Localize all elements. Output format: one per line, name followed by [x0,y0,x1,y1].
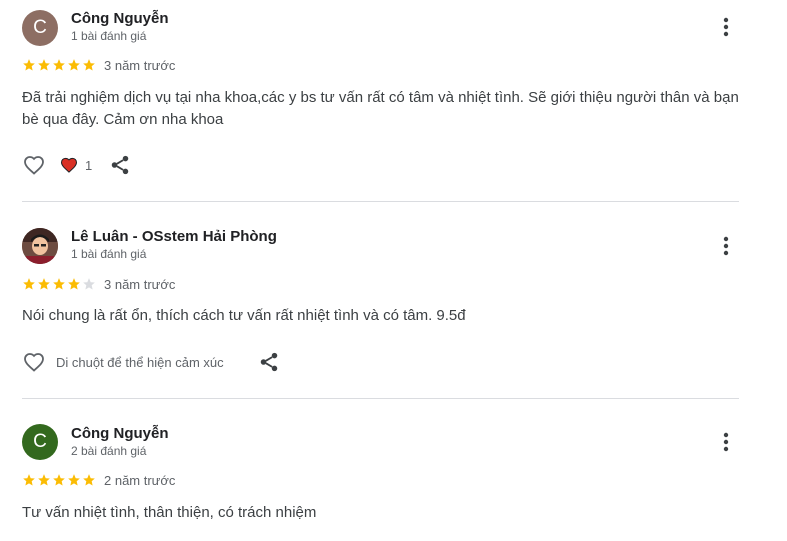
reaction-count: 1 [85,157,93,173]
share-button[interactable] [258,351,280,373]
star-empty-icon [82,277,96,291]
star-filled-icon [82,473,96,487]
like-button[interactable] [22,153,46,177]
reviewer-name[interactable]: Lê Luân - OSstem Hải Phòng [71,228,277,245]
share-button[interactable] [109,154,131,176]
like-button[interactable]: Di chuột để thể hiện cảm xúc [22,350,224,374]
star-filled-icon [52,58,66,72]
star-rating: 3 năm trước [22,57,176,73]
reaction-hint: Di chuột để thể hiện cảm xúc [56,354,224,370]
star-filled-icon [67,58,81,72]
heart-outline-icon[interactable] [22,153,46,177]
share-icon[interactable] [258,351,280,373]
avatar[interactable]: C [22,424,58,460]
star-filled-icon [37,473,51,487]
star-filled-icon [37,58,51,72]
heart-reaction-icon [59,155,79,175]
share-icon[interactable] [109,154,131,176]
star-filled-icon [67,473,81,487]
star-filled-icon [22,58,36,72]
star-filled-icon [22,473,36,487]
review-count: 1 bài đánh giá [71,29,147,43]
review-time: 3 năm trước [104,276,176,292]
review-time: 2 năm trước [104,472,176,488]
stars-container [22,473,97,487]
star-filled-icon [82,58,96,72]
reaction-summary[interactable]: 1 [59,155,92,175]
heart-outline-icon[interactable] [22,350,46,374]
stars-container [22,58,97,72]
star-rating: 3 năm trước [22,276,176,292]
avatar-photo[interactable] [22,228,58,264]
more-options-icon[interactable] [718,430,734,454]
reviewer-name[interactable]: Công Nguyễn [71,10,169,27]
star-filled-icon [52,277,66,291]
more-options-icon[interactable] [718,15,734,39]
review-count: 1 bài đánh giá [71,247,147,261]
stars-container [22,277,97,291]
divider [22,398,739,399]
avatar[interactable]: C [22,10,58,46]
star-filled-icon [52,473,66,487]
star-rating: 2 năm trước [22,472,176,488]
star-filled-icon [22,277,36,291]
review-count: 2 bài đánh giá [71,444,147,458]
star-filled-icon [67,277,81,291]
profile-photo-icon [22,228,58,264]
review-text: Tư vấn nhiệt tình, thân thiện, có trách … [22,504,317,521]
review-text: Đã trải nghiệm dịch vụ tại nha khoa,các … [22,89,739,128]
review-time: 3 năm trước [104,57,176,73]
review-text: Nói chung là rất ổn, thích cách tư vấn r… [22,307,466,324]
reviewer-name[interactable]: Công Nguyễn [71,425,169,442]
divider [22,201,739,202]
avatar-letter: C [33,431,47,452]
more-options-icon[interactable] [718,234,734,258]
avatar-letter: C [33,17,47,38]
star-filled-icon [37,277,51,291]
